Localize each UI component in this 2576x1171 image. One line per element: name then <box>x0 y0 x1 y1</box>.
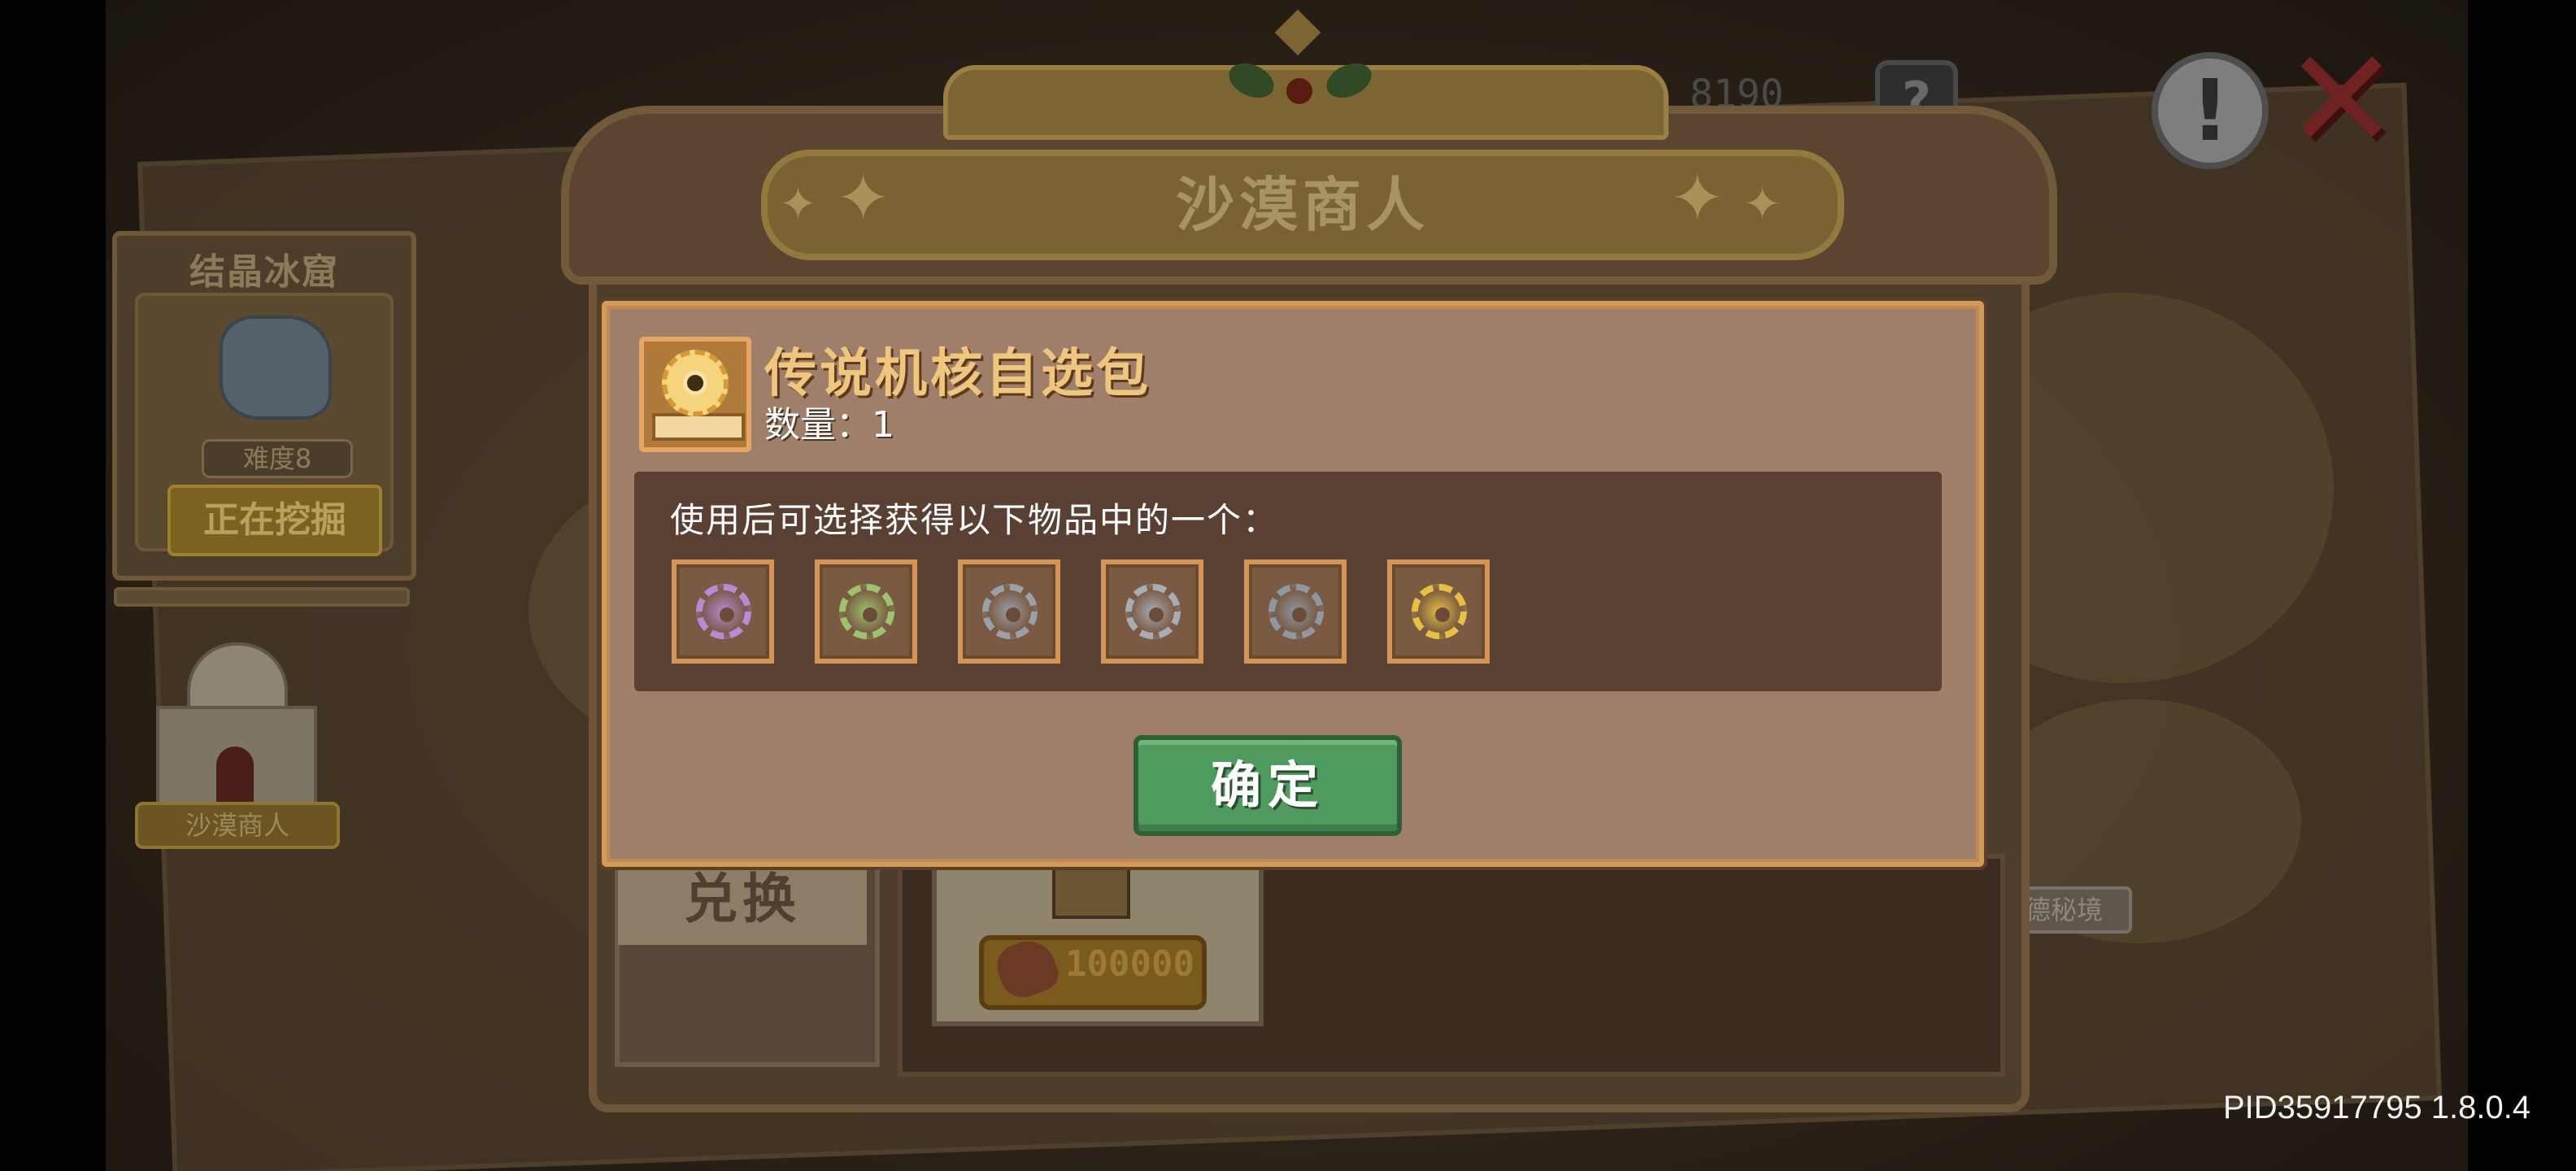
purple-core-icon <box>696 584 751 639</box>
book-pages <box>652 413 745 441</box>
version-info: PID35917795 1.8.0.4 <box>2223 1090 2531 1125</box>
option-slot[interactable] <box>672 559 774 664</box>
berry-ornament-icon <box>1286 78 1312 104</box>
option-slot[interactable] <box>958 559 1060 664</box>
window-crown-ornament <box>943 65 1669 140</box>
core-hole <box>1292 607 1307 622</box>
panel-rail <box>114 587 410 607</box>
sparkle-icon: ✦ <box>1670 160 1725 236</box>
option-slot[interactable] <box>815 559 917 664</box>
option-slot[interactable] <box>1101 559 1203 664</box>
legendary-core-pack-icon <box>639 337 751 452</box>
core-hole <box>1149 607 1164 622</box>
steel-gear-core-icon <box>1268 584 1324 639</box>
core-hole <box>720 607 734 622</box>
ice-cave-card: 难度8 正在挖掘 <box>135 293 394 556</box>
digging-button[interactable]: 正在挖掘 <box>168 485 382 556</box>
close-button[interactable]: ✕ <box>2283 31 2399 169</box>
ice-cave-panel[interactable]: 结晶冰窟 难度8 正在挖掘 <box>112 231 416 581</box>
gears-core-icon <box>1125 584 1181 639</box>
core-hole <box>863 607 877 622</box>
confirm-button[interactable]: 确定 <box>1134 735 1402 836</box>
gold-gear-core-icon <box>1412 584 1467 639</box>
green-core-icon <box>839 584 894 639</box>
item-description: 使用后可选择获得以下物品中的一个： <box>670 500 1279 540</box>
item-quantity: 数量：1 <box>764 404 894 446</box>
difficulty-badge: 难度8 <box>202 439 353 478</box>
ice-rock-icon <box>220 316 332 420</box>
ice-cave-title: 结晶冰窟 <box>189 251 339 293</box>
desert-merchant-building-icon[interactable] <box>148 634 320 810</box>
sparkle-icon: ✦ <box>1743 178 1782 231</box>
building-door <box>216 747 254 805</box>
chain-core-icon <box>982 584 1038 639</box>
gear-hub <box>683 371 707 395</box>
desert-merchant-map-label[interactable]: 沙漠商人 <box>135 802 340 849</box>
price-value: 100000 <box>1065 943 1194 985</box>
core-hole <box>1435 607 1450 622</box>
alert-button[interactable]: ! <box>2152 52 2269 169</box>
option-slot[interactable] <box>1244 559 1347 664</box>
core-hole <box>1006 607 1020 622</box>
merchant-title-banner: ✦ ✦ 沙漠商人 ✦ ✦ <box>761 150 1844 260</box>
tab-exchange[interactable]: 兑换 <box>618 854 867 945</box>
option-slot[interactable] <box>1387 559 1490 664</box>
